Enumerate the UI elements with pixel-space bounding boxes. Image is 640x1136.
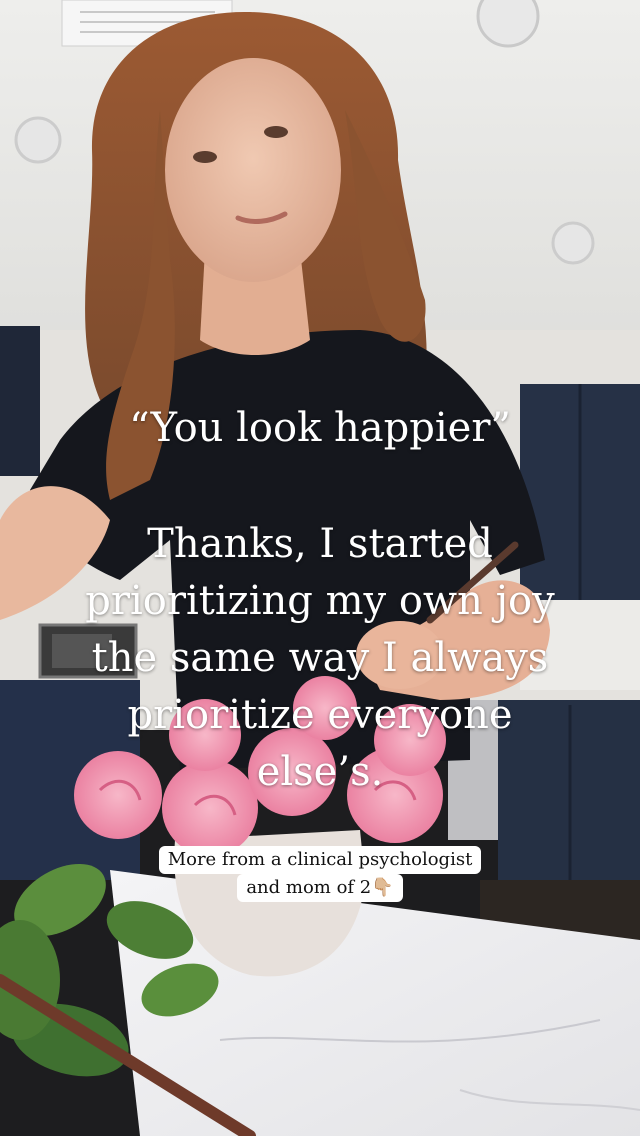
eye	[264, 126, 288, 138]
video-frame[interactable]: “You look happier” Thanks, I started pri…	[0, 0, 640, 1136]
overlay-response: Thanks, I started prioritizing my own jo…	[85, 521, 555, 795]
overlay-quote: “You look happier”	[129, 405, 511, 451]
caption-box: More from a clinical psychologist and mo…	[0, 846, 640, 902]
face	[165, 58, 341, 282]
caption-line: More from a clinical psychologist	[158, 846, 482, 874]
ceiling-light	[551, 221, 595, 265]
upper-cabinet-left	[0, 326, 40, 476]
ceiling-light	[14, 116, 62, 164]
eye	[193, 151, 217, 163]
ceiling-light	[476, 0, 540, 48]
caption-line: and mom of 2👇🏼	[237, 874, 403, 902]
